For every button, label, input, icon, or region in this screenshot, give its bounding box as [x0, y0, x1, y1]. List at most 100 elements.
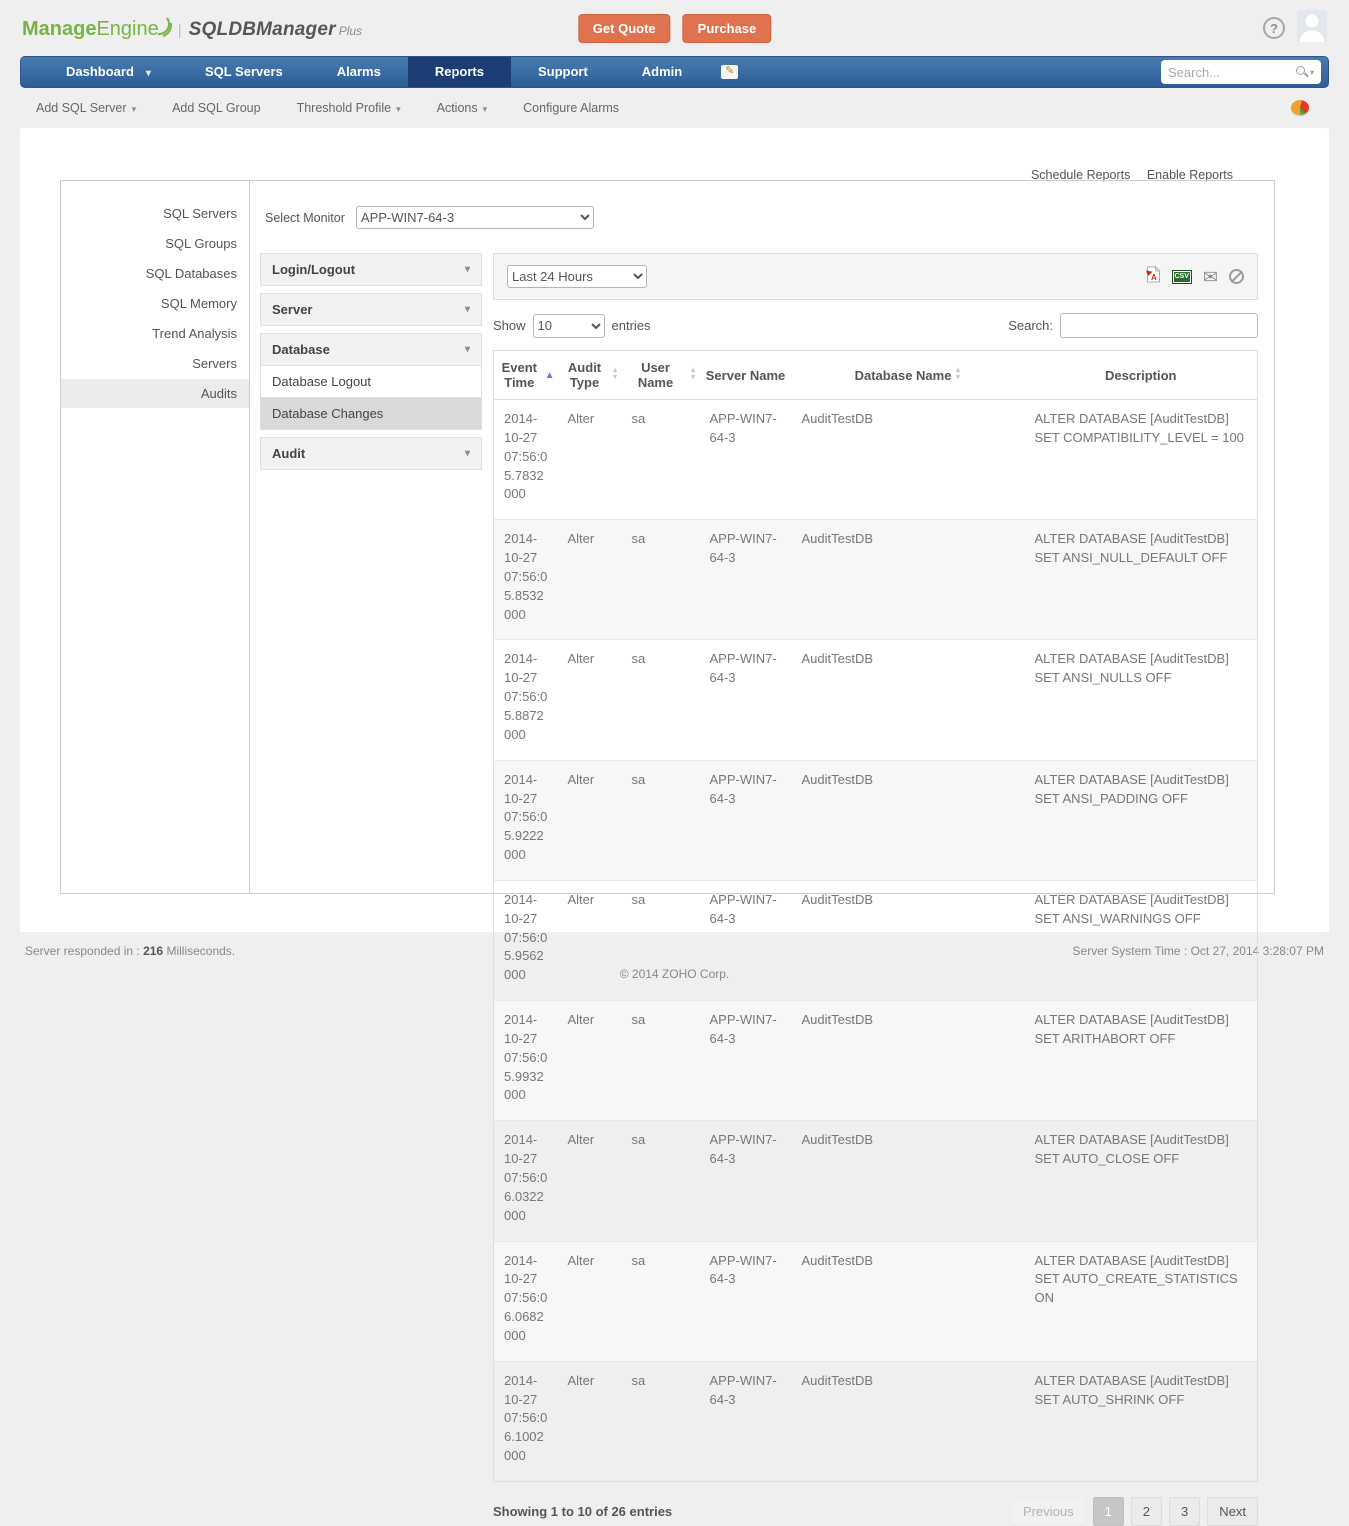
- report-sidebar: SQL Servers SQL Groups SQL Databases SQL…: [61, 181, 250, 893]
- nav-tab[interactable]: SQL Servers: [178, 57, 310, 87]
- accordion-header[interactable]: Login/Logout ▾: [260, 253, 482, 286]
- column-header[interactable]: Database Name ▲▼: [792, 351, 1025, 400]
- brand-suffix: Plus: [339, 24, 362, 38]
- sidebar-item[interactable]: Servers: [61, 349, 249, 378]
- audit-report-panel: Last 24 Hours A CSV ✉ Show: [493, 253, 1258, 1526]
- chevron-down-icon: ▾: [465, 264, 470, 275]
- brand-product: SQLDBManager: [189, 19, 336, 41]
- page-size-select[interactable]: 10: [533, 314, 605, 338]
- subnav-item[interactable]: Add SQL Group: [172, 101, 260, 115]
- global-search-input[interactable]: [1168, 65, 1295, 80]
- top-header: ManageEngine | SQLDBManager Plus Get Quo…: [0, 0, 1349, 56]
- subnav-item[interactable]: Threshold Profile▾: [297, 101, 401, 115]
- cell-database-name: AuditTestDB: [792, 880, 1025, 1000]
- accordion-item[interactable]: Database Changes: [260, 398, 482, 430]
- table-search-label: Search:: [1008, 318, 1053, 333]
- response-time: Server responded in : 216 Milliseconds.: [25, 944, 235, 958]
- cell-database-name: AuditTestDB: [792, 400, 1025, 520]
- audit-table-body: 2014-10-27 07:56:05.7832000 Alter sa APP…: [494, 400, 1258, 1482]
- cancel-icon[interactable]: [1229, 269, 1244, 284]
- accordion-header[interactable]: Database ▾: [260, 333, 482, 366]
- report-toolbar: Last 24 Hours A CSV ✉: [493, 253, 1258, 300]
- cell-event-time: 2014-10-27 07:56:05.7832000: [494, 400, 558, 520]
- entries-summary: Showing 1 to 10 of 26 entries: [493, 1504, 672, 1519]
- next-button[interactable]: Next: [1207, 1497, 1258, 1526]
- table-footer: Showing 1 to 10 of 26 entries Previous 1…: [493, 1497, 1258, 1526]
- email-report-icon[interactable]: ✉: [1203, 270, 1218, 284]
- sidebar-item[interactable]: SQL Databases: [61, 259, 249, 288]
- cell-description: ALTER DATABASE [AuditTestDB] SET AUTO_SH…: [1025, 1361, 1258, 1481]
- table-controls: Show 10 entries Search:: [493, 313, 1258, 338]
- cell-server-name: APP-WIN7-64-3: [700, 1361, 792, 1481]
- chevron-down-icon: ▾: [465, 344, 470, 355]
- monitor-select[interactable]: APP-WIN7-64-3: [356, 206, 594, 229]
- chevron-down-icon: ▾: [465, 448, 470, 459]
- cell-server-name: APP-WIN7-64-3: [700, 880, 792, 1000]
- entries-label: entries: [612, 318, 651, 333]
- cell-event-time: 2014-10-27 07:56:05.9932000: [494, 1001, 558, 1121]
- sidebar-item[interactable]: SQL Servers: [61, 199, 249, 228]
- search-icon[interactable]: [1295, 65, 1309, 79]
- accordion-header[interactable]: Server ▾: [260, 293, 482, 326]
- cell-database-name: AuditTestDB: [792, 520, 1025, 640]
- accordion-section: Audit ▾: [260, 437, 482, 470]
- user-avatar[interactable]: [1297, 10, 1327, 47]
- cell-user-name: sa: [622, 400, 700, 520]
- response-ms-value: 216: [143, 944, 163, 958]
- cell-database-name: AuditTestDB: [792, 1241, 1025, 1361]
- nav-tab[interactable]: Dashboard▾: [39, 57, 178, 87]
- help-icon[interactable]: ?: [1263, 17, 1285, 39]
- chevron-down-icon: ▾: [146, 68, 151, 79]
- page-button[interactable]: 2: [1131, 1497, 1162, 1526]
- accordion-section: Database ▾ Database Logout Database Chan…: [260, 333, 482, 430]
- logo-swoosh-icon: [157, 17, 172, 42]
- sidebar-item[interactable]: SQL Groups: [61, 229, 249, 258]
- nav-tab[interactable]: Alarms: [310, 57, 408, 87]
- column-header[interactable]: User Name ▲▼: [622, 351, 700, 400]
- column-header[interactable]: Server Name: [700, 351, 792, 400]
- show-label: Show: [493, 318, 526, 333]
- cell-audit-type: Alter: [558, 640, 622, 760]
- subnav-item[interactable]: Add SQL Server▾: [36, 101, 136, 115]
- select-monitor-label: Select Monitor: [265, 211, 345, 225]
- time-range-select[interactable]: Last 24 Hours: [507, 265, 647, 288]
- search-options-caret-icon[interactable]: ▾: [1310, 68, 1314, 77]
- pie-chart-icon[interactable]: [1291, 100, 1309, 115]
- feedback-pencil-icon[interactable]: ✎: [721, 65, 738, 79]
- sort-icon: ▲▼: [690, 368, 697, 381]
- table-search-input[interactable]: [1060, 313, 1258, 338]
- page-button[interactable]: 1: [1093, 1497, 1124, 1526]
- accordion-header[interactable]: Audit ▾: [260, 437, 482, 470]
- report-main: Select Monitor APP-WIN7-64-3 Login/Logou…: [250, 181, 1274, 893]
- nav-tab[interactable]: Admin: [615, 57, 709, 87]
- column-header[interactable]: Description: [1025, 351, 1258, 400]
- cell-description: ALTER DATABASE [AuditTestDB] SET ANSI_NU…: [1025, 640, 1258, 760]
- cell-database-name: AuditTestDB: [792, 1361, 1025, 1481]
- nav-tabs: Dashboard▾ SQL Servers Alarms Reports Su…: [39, 57, 709, 87]
- cell-server-name: APP-WIN7-64-3: [700, 1001, 792, 1121]
- sidebar-item[interactable]: Trend Analysis: [61, 319, 249, 348]
- nav-tab[interactable]: Reports: [408, 57, 511, 87]
- sidebar-item[interactable]: Audits: [61, 379, 249, 408]
- cell-database-name: AuditTestDB: [792, 640, 1025, 760]
- global-search-box[interactable]: ▾: [1161, 60, 1321, 84]
- csv-export-icon[interactable]: CSV: [1172, 270, 1192, 284]
- brand-engine: Engine: [96, 18, 158, 41]
- cell-audit-type: Alter: [558, 1121, 622, 1241]
- cell-server-name: APP-WIN7-64-3: [700, 640, 792, 760]
- subnav-item[interactable]: Configure Alarms: [523, 101, 619, 115]
- pdf-export-icon[interactable]: A: [1146, 266, 1161, 288]
- get-quote-button[interactable]: Get Quote: [578, 14, 671, 43]
- column-header[interactable]: Event Time ▲: [494, 351, 558, 400]
- cell-database-name: AuditTestDB: [792, 760, 1025, 880]
- cell-event-time: 2014-10-27 07:56:05.9562000: [494, 880, 558, 1000]
- column-header[interactable]: Audit Type ▲▼: [558, 351, 622, 400]
- nav-tab[interactable]: Support: [511, 57, 615, 87]
- subnav-item[interactable]: Actions▾: [437, 101, 488, 115]
- previous-button[interactable]: Previous: [1011, 1497, 1086, 1526]
- cell-user-name: sa: [622, 1121, 700, 1241]
- page-button[interactable]: 3: [1169, 1497, 1200, 1526]
- accordion-item[interactable]: Database Logout: [260, 366, 482, 398]
- purchase-button[interactable]: Purchase: [683, 14, 772, 43]
- sidebar-item[interactable]: SQL Memory: [61, 289, 249, 318]
